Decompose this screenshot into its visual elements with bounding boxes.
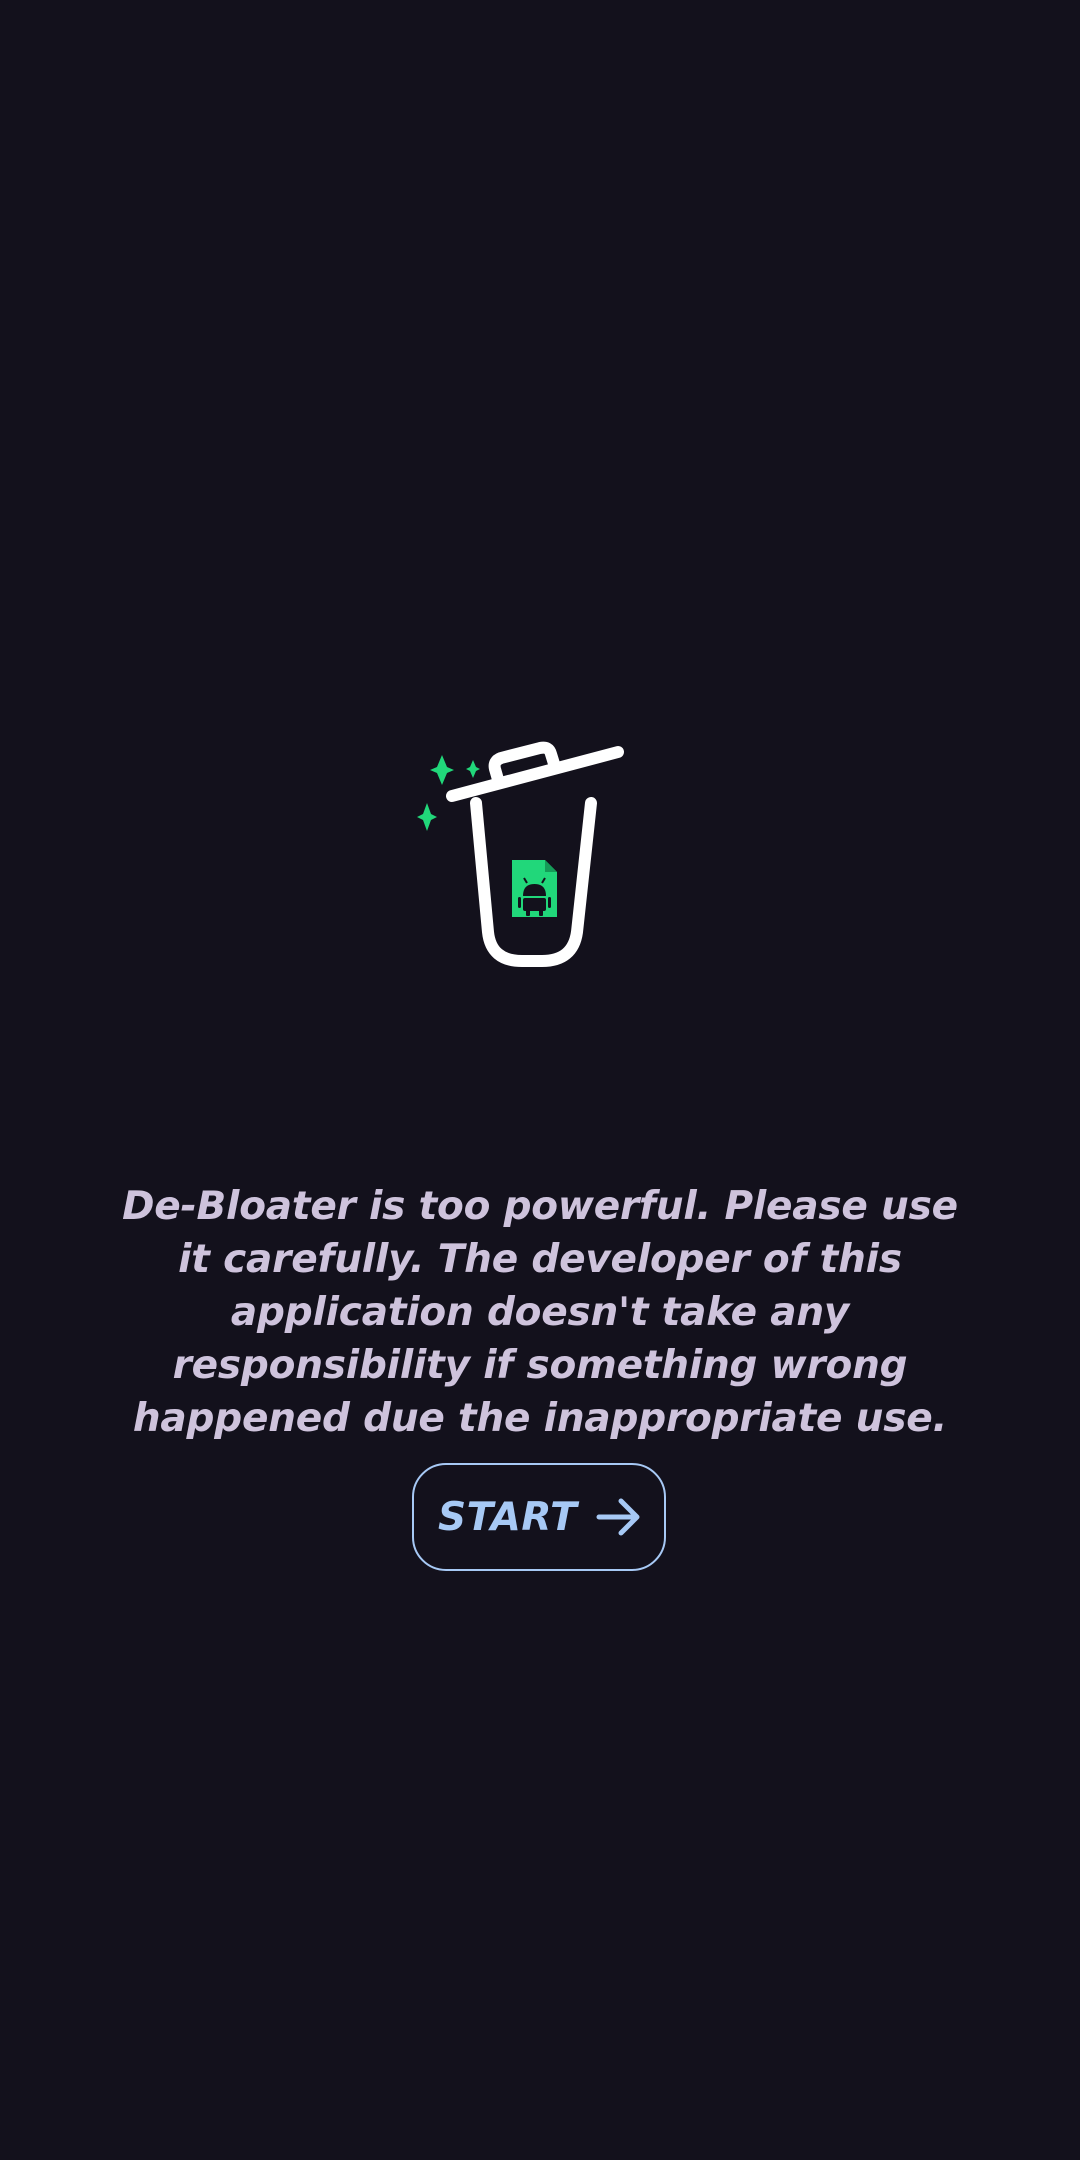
- arrow-right-icon: [596, 1498, 640, 1536]
- onboarding-screen: De-Bloater is too powerful. Please use i…: [0, 0, 1080, 2160]
- start-button[interactable]: START: [412, 1463, 666, 1571]
- trash-bin-android-icon: [417, 741, 624, 967]
- warning-message: De-Bloater is too powerful. Please use i…: [122, 1184, 958, 1441]
- start-button-label: START: [438, 1494, 578, 1540]
